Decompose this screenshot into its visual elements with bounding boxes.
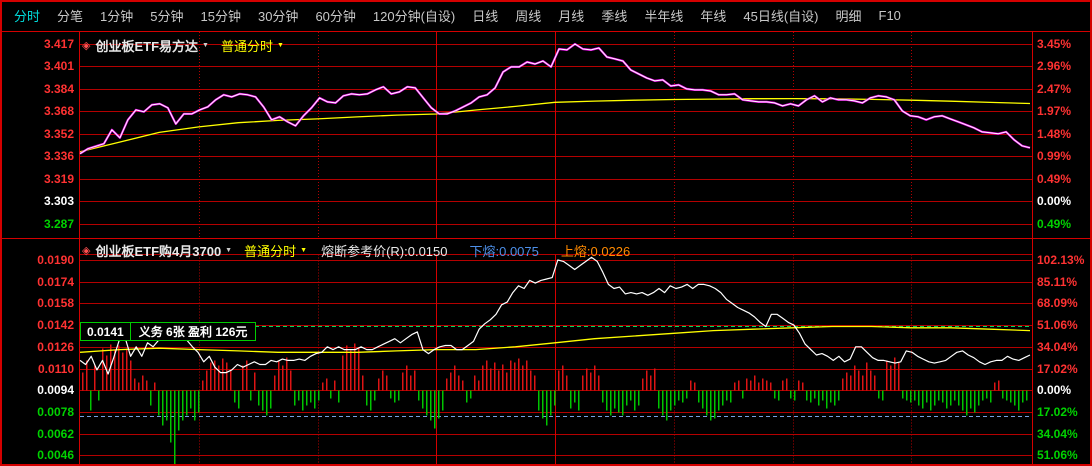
percent-axis-label: 0.49% xyxy=(1037,172,1072,186)
upper-fuse-price: 上熔:0.0226 xyxy=(560,244,631,259)
price-axis-label: 0.0062 xyxy=(37,427,74,441)
trading-terminal-window: 分时 分笔 1分钟 5分钟 15分钟 30分钟 60分钟 120分钟(自设) 日线 周线 月线 季线半… xyxy=(0,0,1092,466)
percent-axis-label: 85.11% xyxy=(1037,275,1078,289)
top-chart-mode[interactable]: 普通分时 xyxy=(221,36,273,55)
price-axis-label: 3.384 xyxy=(43,82,74,96)
price-axis-label: 3.336 xyxy=(43,149,74,163)
chevron-down-icon[interactable]: ▼ xyxy=(202,42,209,49)
position-cost-tooltip: 0.0141 义务 6张 盈利 126元 xyxy=(80,322,257,341)
percent-axis-label: 0.00% xyxy=(1037,194,1072,208)
percent-axis-label: 1.48% xyxy=(1037,127,1072,141)
price-axis-label: 3.303 xyxy=(43,194,74,208)
price-axis-label: 3.401 xyxy=(43,59,74,73)
price-axis-label: 0.0046 xyxy=(37,448,74,462)
price-axis-label: 0.0126 xyxy=(37,340,74,354)
percent-axis-label: 17.02% xyxy=(1037,362,1078,376)
price-axis-label: 3.368 xyxy=(43,104,74,118)
chevron-down-icon[interactable]: ▼ xyxy=(225,247,232,254)
chevron-down-icon[interactable]: ▼ xyxy=(277,42,284,49)
percent-axis-label: 2.96% xyxy=(1037,59,1072,73)
bottom-instrument-name[interactable]: 创业板ETF购4月3700 xyxy=(95,241,221,260)
percent-axis-label: 1.97% xyxy=(1037,104,1072,118)
fuse-reference-price: 熔断参考价(R):0.0150 xyxy=(321,244,448,259)
bottom-panel-header: ◈ 创业板ETF购4月3700 ▼ 普通分时 ▼ 熔断参考价(R):0.0150… xyxy=(82,241,630,260)
diamond-icon: ◈ xyxy=(82,40,91,52)
cost-price-value: 0.0141 xyxy=(87,324,124,339)
chevron-down-icon[interactable]: ▼ xyxy=(300,247,307,254)
percent-axis-label: 0.99% xyxy=(1037,149,1072,163)
diamond-icon: ◈ xyxy=(82,245,91,257)
charts-canvas xyxy=(2,31,1090,464)
lower-fuse-price: 下熔:0.0075 xyxy=(469,244,539,259)
price-axis-label: 0.0110 xyxy=(37,362,74,376)
price-axis-label: 0.0158 xyxy=(37,296,74,310)
percent-axis-label: 0.49% xyxy=(1037,217,1072,231)
top-instrument-name[interactable]: 创业板ETF易方达 xyxy=(95,36,198,55)
percent-axis-label: 17.02% xyxy=(1037,405,1078,419)
price-axis-label: 3.417 xyxy=(43,37,74,51)
price-axis-label: 3.287 xyxy=(43,217,74,231)
percent-axis-label: 3.45% xyxy=(1037,37,1072,51)
percent-axis-label: 102.13% xyxy=(1037,253,1085,267)
price-axis-label: 0.0094 xyxy=(37,383,74,397)
percent-axis-label: 0.00% xyxy=(1037,383,1072,397)
percent-axis-label: 68.09% xyxy=(1037,296,1078,310)
percent-axis-label: 34.04% xyxy=(1037,427,1078,441)
percent-axis-label: 2.47% xyxy=(1037,82,1072,96)
price-axis-label: 0.0190 xyxy=(37,253,74,267)
price-axis-label: 3.352 xyxy=(43,127,74,141)
percent-axis-label: 51.06% xyxy=(1037,448,1078,462)
percent-axis-label: 34.04% xyxy=(1037,340,1078,354)
price-axis-label: 3.319 xyxy=(43,172,74,186)
price-axis-label: 0.0174 xyxy=(37,275,74,289)
price-axis-label: 0.0078 xyxy=(37,405,74,419)
price-axis-label: 0.0142 xyxy=(37,318,74,332)
position-profit-text: 义务 6张 盈利 126元 xyxy=(138,325,248,339)
top-panel-header: ◈ 创业板ETF易方达 ▼ 普通分时 ▼ xyxy=(82,36,284,55)
bottom-chart-mode[interactable]: 普通分时 xyxy=(244,241,296,260)
percent-axis-label: 51.06% xyxy=(1037,318,1078,332)
